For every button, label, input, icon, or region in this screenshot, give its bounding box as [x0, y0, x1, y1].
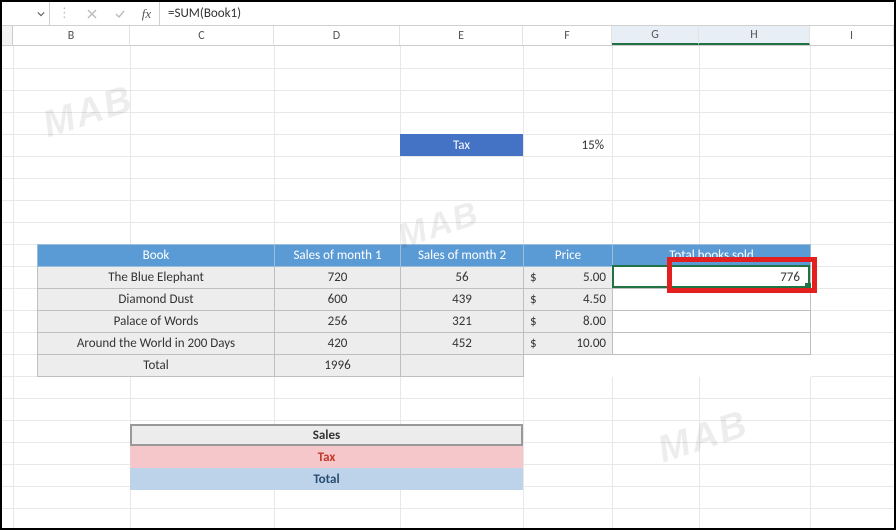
cell-total-m1[interactable]: 1996 — [275, 355, 401, 377]
cell-book[interactable]: The Blue Elephant — [38, 267, 275, 289]
cell-price[interactable]: $8.00 — [524, 311, 613, 333]
formula-input[interactable]: =SUM(Book1) — [160, 2, 894, 25]
worksheet-grid[interactable]: Tax 15% Book Sales of month 1 Sales of m… — [2, 46, 894, 528]
formula-controls: ⋮ fx — [50, 2, 160, 25]
cell-price[interactable]: $4.50 — [524, 289, 613, 311]
cell-m1[interactable]: 420 — [275, 333, 401, 355]
app-window: ⋮ fx =SUM(Book1) B C D E F G H I — [0, 0, 896, 530]
col-header-i[interactable]: I — [810, 26, 894, 45]
fx-label[interactable]: fx — [142, 6, 151, 22]
cell-price[interactable]: $10.00 — [524, 333, 613, 355]
col-header-b[interactable]: B — [13, 26, 130, 45]
tax-label: Tax — [453, 138, 470, 153]
col-header-e[interactable]: E — [400, 26, 523, 45]
summary-total[interactable]: Total — [130, 468, 523, 490]
cell-sold[interactable] — [613, 289, 811, 311]
enter-icon[interactable] — [114, 8, 126, 20]
table-header-row: Book Sales of month 1 Sales of month 2 P… — [38, 245, 811, 267]
formula-bar: ⋮ fx =SUM(Book1) — [2, 2, 894, 26]
th-m2[interactable]: Sales of month 2 — [401, 245, 524, 267]
cell-total-price[interactable] — [524, 355, 613, 377]
table-row: Around the World in 200 Days 420 452 $10… — [38, 333, 811, 355]
formula-text: =SUM(Book1) — [168, 6, 241, 21]
table-row: Diamond Dust 600 439 $4.50 — [38, 289, 811, 311]
cell-sold[interactable] — [613, 311, 811, 333]
cell-book[interactable]: Palace of Words — [38, 311, 275, 333]
cell-book[interactable]: Around the World in 200 Days — [38, 333, 275, 355]
th-book[interactable]: Book — [38, 245, 275, 267]
cell-m1[interactable]: 256 — [275, 311, 401, 333]
cell-m1[interactable]: 600 — [275, 289, 401, 311]
cell-m2[interactable]: 439 — [401, 289, 524, 311]
cell-m2[interactable]: 56 — [401, 267, 524, 289]
cell-m2[interactable]: 452 — [401, 333, 524, 355]
more-icon[interactable]: ⋮ — [58, 6, 71, 21]
column-headers: B C D E F G H I — [2, 26, 894, 46]
summary-block: Sales Tax Total — [130, 424, 523, 490]
books-table: Book Sales of month 1 Sales of month 2 P… — [37, 244, 811, 377]
col-header-d[interactable]: D — [274, 26, 400, 45]
col-header-f[interactable]: F — [523, 26, 612, 45]
cell-sold[interactable]: 776 — [613, 267, 811, 289]
summary-tax[interactable]: Tax — [130, 446, 523, 468]
cell-price[interactable]: $5.00 — [524, 267, 613, 289]
th-sold[interactable]: Total books sold — [613, 245, 811, 267]
col-header-g[interactable]: G — [612, 26, 699, 45]
chevron-down-icon — [37, 10, 45, 18]
tax-value: 15% — [582, 138, 604, 153]
tax-value-cell[interactable]: 15% — [523, 134, 612, 156]
th-m1[interactable]: Sales of month 1 — [275, 245, 401, 267]
cancel-icon[interactable] — [86, 8, 98, 20]
name-box[interactable] — [2, 2, 50, 25]
cell-total-label[interactable]: Total — [38, 355, 275, 377]
th-price[interactable]: Price — [524, 245, 613, 267]
col-header-h[interactable]: H — [699, 26, 810, 45]
col-header-c[interactable]: C — [130, 26, 274, 45]
tax-label-cell[interactable]: Tax — [400, 134, 523, 156]
cell-sold[interactable] — [613, 333, 811, 355]
cell-total-sold[interactable] — [613, 355, 811, 377]
table-row: The Blue Elephant 720 56 $5.00 776 — [38, 267, 811, 289]
cell-total-m2[interactable] — [401, 355, 524, 377]
cell-m2[interactable]: 321 — [401, 311, 524, 333]
select-all-corner[interactable] — [2, 26, 13, 45]
table-row: Palace of Words 256 321 $8.00 — [38, 311, 811, 333]
summary-sales[interactable]: Sales — [130, 424, 523, 446]
table-total-row: Total 1996 — [38, 355, 811, 377]
cell-book[interactable]: Diamond Dust — [38, 289, 275, 311]
cell-m1[interactable]: 720 — [275, 267, 401, 289]
